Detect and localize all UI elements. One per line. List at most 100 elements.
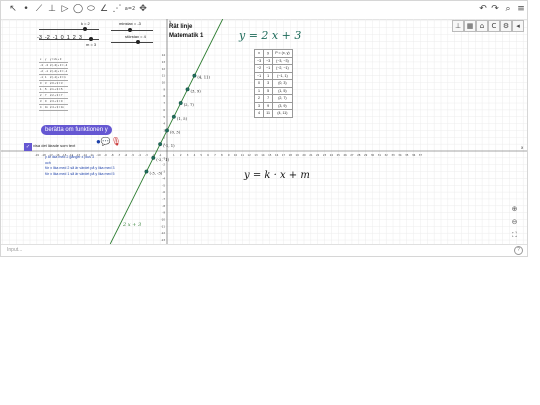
explanation-line: för x lika med 1 så är värdet på y lika … — [45, 171, 115, 176]
table-cell: −3 — [263, 56, 274, 65]
zoom-out-icon[interactable]: ⊖ — [510, 218, 519, 227]
table-cell: 1 — [263, 71, 274, 80]
point-label: (1, 5) — [177, 116, 188, 121]
table-cell: 5 — [263, 86, 274, 95]
table-row: 0 3 (0, 3) — [253, 79, 293, 88]
undo-icon[interactable]: ↶ — [477, 3, 489, 15]
angle-tool[interactable]: ∠ — [98, 3, 110, 15]
x-tick-label: 37 — [419, 153, 423, 157]
polygon-tool[interactable]: ▷ — [59, 3, 71, 15]
redo-icon[interactable]: ↷ — [489, 3, 501, 15]
table-cell: (3, 9) — [272, 101, 293, 110]
data-point[interactable] — [185, 87, 190, 92]
point-capture-icon[interactable]: C — [488, 20, 500, 32]
home-icon[interactable]: ⌂ — [476, 20, 488, 32]
slider-m-label: m = 3 — [86, 42, 97, 47]
table-cell: 4 — [253, 109, 265, 118]
x-tick-label: 21 — [309, 153, 313, 157]
table-header: y — [263, 49, 274, 58]
data-point[interactable] — [165, 128, 169, 133]
slider-k-handle[interactable] — [83, 27, 87, 31]
x-tick-label: 4 — [194, 153, 196, 157]
number-line-tick: 2 — [72, 35, 76, 41]
slider-storsta-track[interactable] — [111, 42, 153, 43]
slider-tool[interactable]: a=2 — [124, 3, 136, 15]
x-tick-label: -6 — [125, 153, 128, 157]
data-point[interactable] — [158, 142, 163, 147]
menu-icon[interactable]: ≡ — [515, 3, 527, 15]
slider-minsta-handle[interactable] — [128, 28, 132, 32]
grid-toggle-icon[interactable]: ▦ — [464, 20, 476, 32]
search-icon[interactable]: ⌕ — [502, 3, 514, 15]
table-cell: −1 — [253, 71, 265, 80]
table-row: 3 9 (3, 9) — [253, 101, 293, 110]
number-line-tick: -1 — [52, 35, 58, 41]
x-tick-label: 27 — [350, 153, 354, 157]
input-placeholder[interactable]: Input... — [7, 247, 22, 253]
reflect-tool[interactable]: ⋰ — [111, 3, 123, 15]
x-tick-label: 36 — [412, 153, 416, 157]
calc-cell: 2·(−3) + 3 = −3 — [48, 62, 69, 69]
x-tick-label: 15 — [268, 153, 272, 157]
graphics-view[interactable]: x y -19 -18 -17 -16 -15 -14 -13 -12 -11 -10 -9 -8 -7 -6… — [1, 19, 527, 244]
calc-cell: 2·(−1) + 3 = 1 — [48, 74, 69, 81]
y-tick-label: -4 — [162, 176, 165, 180]
move-tool[interactable]: ↖ — [7, 3, 19, 15]
x-tick-label: 23 — [323, 153, 327, 157]
microphone-icon[interactable]: 🎙 — [111, 137, 121, 146]
toolbar: ↖ • ⟋ ⊥ ▷ ◯ ⬭ ∠ ⋰ a=2 ✥ ↶ ↷ ⌕ ≡ — [1, 1, 527, 20]
table-row: −2 −1 (−2, −1) — [253, 64, 293, 73]
zoom-in-icon[interactable]: ⊕ — [510, 205, 519, 214]
x-tick-label: 11 — [241, 153, 245, 157]
number-line-tick: 0 — [60, 35, 64, 41]
number-line-tick: -3 — [37, 35, 42, 41]
style-bar: ⊥ ▦ ⌂ C ⚙ ◂ — [452, 20, 524, 32]
slider-storsta-handle[interactable] — [136, 40, 140, 44]
table-cell: (−1, 1) — [272, 71, 293, 80]
speech-icons[interactable]: ●💬🎙 — [96, 137, 121, 146]
settings-icon[interactable]: ⚙ — [500, 20, 512, 32]
table-row: −3 −3 (−3, −3) — [253, 56, 293, 65]
table-cell: 11 — [263, 109, 274, 118]
table-cell: (0, 3) — [272, 79, 293, 88]
y-tick-label: 14 — [162, 53, 166, 57]
equation-general: y = k · x + m — [244, 170, 310, 181]
y-tick-label: -2 — [162, 163, 165, 167]
table-row: 2 7 (2, 7) — [253, 94, 293, 103]
collapse-icon[interactable]: ◂ — [512, 20, 524, 32]
data-point[interactable] — [144, 169, 149, 174]
table-cell: 9 — [263, 101, 274, 110]
move-view-tool[interactable]: ✥ — [137, 3, 149, 15]
show-text-checkbox[interactable]: ✓ — [24, 143, 32, 151]
speech-bubble-icon[interactable]: 💬 — [101, 137, 111, 146]
x-tick-label: 29 — [364, 153, 368, 157]
slider-minsta-track[interactable] — [111, 30, 153, 31]
describe-function-button[interactable]: berätta om funktionen y — [41, 125, 112, 135]
table-cell: −2 — [253, 64, 265, 73]
slider-k-track[interactable] — [39, 29, 99, 30]
line-tool[interactable]: ⟋ — [33, 3, 45, 15]
table-cell: 0 — [253, 79, 265, 88]
data-point[interactable] — [178, 101, 183, 105]
help-icon[interactable]: ? — [514, 246, 523, 255]
y-tick-label: 13 — [162, 60, 166, 64]
input-bar[interactable]: Input... ? — [1, 244, 527, 256]
data-point[interactable] — [151, 155, 156, 160]
y-tick-label: -10 — [161, 218, 166, 222]
perpendicular-tool[interactable]: ⊥ — [46, 3, 58, 15]
ellipse-tool[interactable]: ⬭ — [85, 3, 97, 15]
x-tick-label: 24 — [330, 153, 334, 157]
axes-toggle-icon[interactable]: ⊥ — [452, 20, 464, 32]
explanation-text: y är lika med 2 gånger x plus 3 och för x … — [45, 155, 115, 177]
point-label: (-3, -3) — [149, 171, 162, 176]
show-text-checkbox-label[interactable]: visa det lärade som text — [33, 143, 75, 148]
table-cell: (4, 11) — [272, 109, 293, 118]
fullscreen-icon[interactable]: ⛶ — [510, 231, 519, 240]
point-tool[interactable]: • — [20, 3, 32, 15]
x-tick-label: 5 — [200, 153, 202, 157]
data-point[interactable] — [192, 73, 197, 78]
table-cell: (1, 5) — [272, 86, 293, 95]
data-point[interactable] — [171, 114, 176, 119]
circle-tool[interactable]: ◯ — [72, 3, 84, 15]
slider-m-handle[interactable] — [89, 37, 93, 41]
